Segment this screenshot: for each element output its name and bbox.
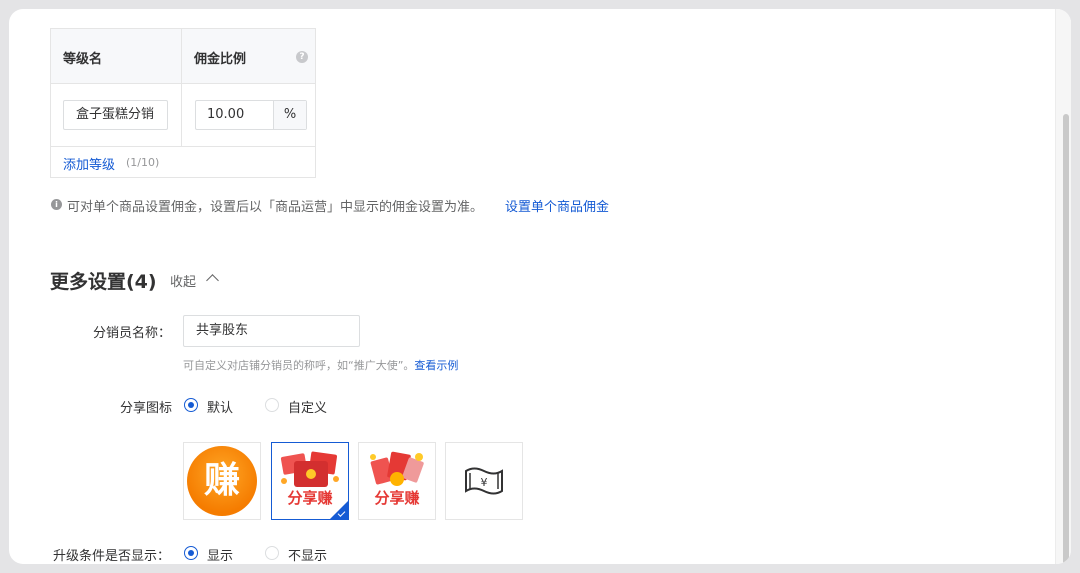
chevron-up-icon[interactable]: [206, 274, 219, 287]
svg-text:¥: ¥: [481, 476, 488, 489]
upgrade-display-label: 升级条件是否显示：: [53, 549, 171, 564]
set-single-product-commission-link[interactable]: 设置单个商品佣金: [505, 196, 609, 215]
scrollbar-thumb[interactable]: [1063, 114, 1069, 564]
view-example-link[interactable]: 查看示例: [414, 359, 458, 372]
commission-ratio-input[interactable]: 10.00: [207, 101, 244, 129]
info-circle-icon: i: [51, 199, 62, 210]
distributor-name-label: 分销员名称：: [93, 326, 172, 341]
row-divider: [51, 146, 315, 147]
red-envelope-coins-icon-option[interactable]: 分享赚: [358, 442, 436, 520]
red-envelope-icon-option[interactable]: 分享赚: [271, 442, 349, 520]
earn-icon-text: 赚: [203, 460, 240, 501]
header-commission-ratio: 佣金比例: [194, 52, 247, 67]
share-earn-text: 分享赚: [374, 489, 420, 507]
radio-default[interactable]: [184, 398, 198, 412]
earn-icon: 赚: [187, 446, 257, 516]
hint-text: 可自定义对店铺分销员的称呼，如“推广大使”。: [183, 359, 415, 372]
settings-page: 等级名 佣金比例 ? 盒子蛋糕分销 10.00 % 添加等级 (1/10) i …: [9, 9, 1071, 564]
banknote-icon-option[interactable]: ¥: [445, 442, 523, 520]
question-circle-icon[interactable]: ?: [296, 51, 308, 63]
radio-show-label[interactable]: 显示: [207, 545, 233, 564]
add-level-link[interactable]: 添加等级: [63, 154, 115, 173]
earn-icon-option[interactable]: 赚: [183, 442, 261, 520]
commission-ratio-field[interactable]: 10.00 %: [195, 100, 307, 130]
section-title: 更多设置(4): [50, 271, 157, 293]
radio-custom[interactable]: [265, 398, 279, 412]
radio-custom-label[interactable]: 自定义: [288, 397, 327, 416]
radio-hide-label[interactable]: 不显示: [288, 545, 327, 564]
collapse-button[interactable]: 收起: [170, 271, 196, 290]
share-icon-label: 分享图标: [120, 401, 173, 416]
commission-tip-text: 可对单个商品设置佣金，设置后以「商品运营」中显示的佣金设置为准。: [67, 200, 484, 215]
column-divider: [181, 29, 182, 147]
level-count: (1/10): [126, 156, 160, 169]
distributor-name-input[interactable]: 共享股东: [183, 315, 360, 347]
radio-show[interactable]: [184, 546, 198, 560]
header-level-name: 等级名: [63, 52, 103, 67]
radio-default-label[interactable]: 默认: [207, 397, 233, 416]
distributor-name-hint: 可自定义对店铺分销员的称呼，如“推广大使”。查看示例: [183, 357, 458, 373]
radio-hide[interactable]: [265, 546, 279, 560]
level-name-input[interactable]: 盒子蛋糕分销: [63, 100, 168, 130]
yuan-banknote-icon: ¥: [465, 467, 503, 495]
level-table: 等级名 佣金比例 ? 盒子蛋糕分销 10.00 % 添加等级 (1/10): [50, 28, 316, 178]
table-header: 等级名 佣金比例 ?: [51, 29, 315, 84]
percent-addon: %: [273, 101, 306, 129]
